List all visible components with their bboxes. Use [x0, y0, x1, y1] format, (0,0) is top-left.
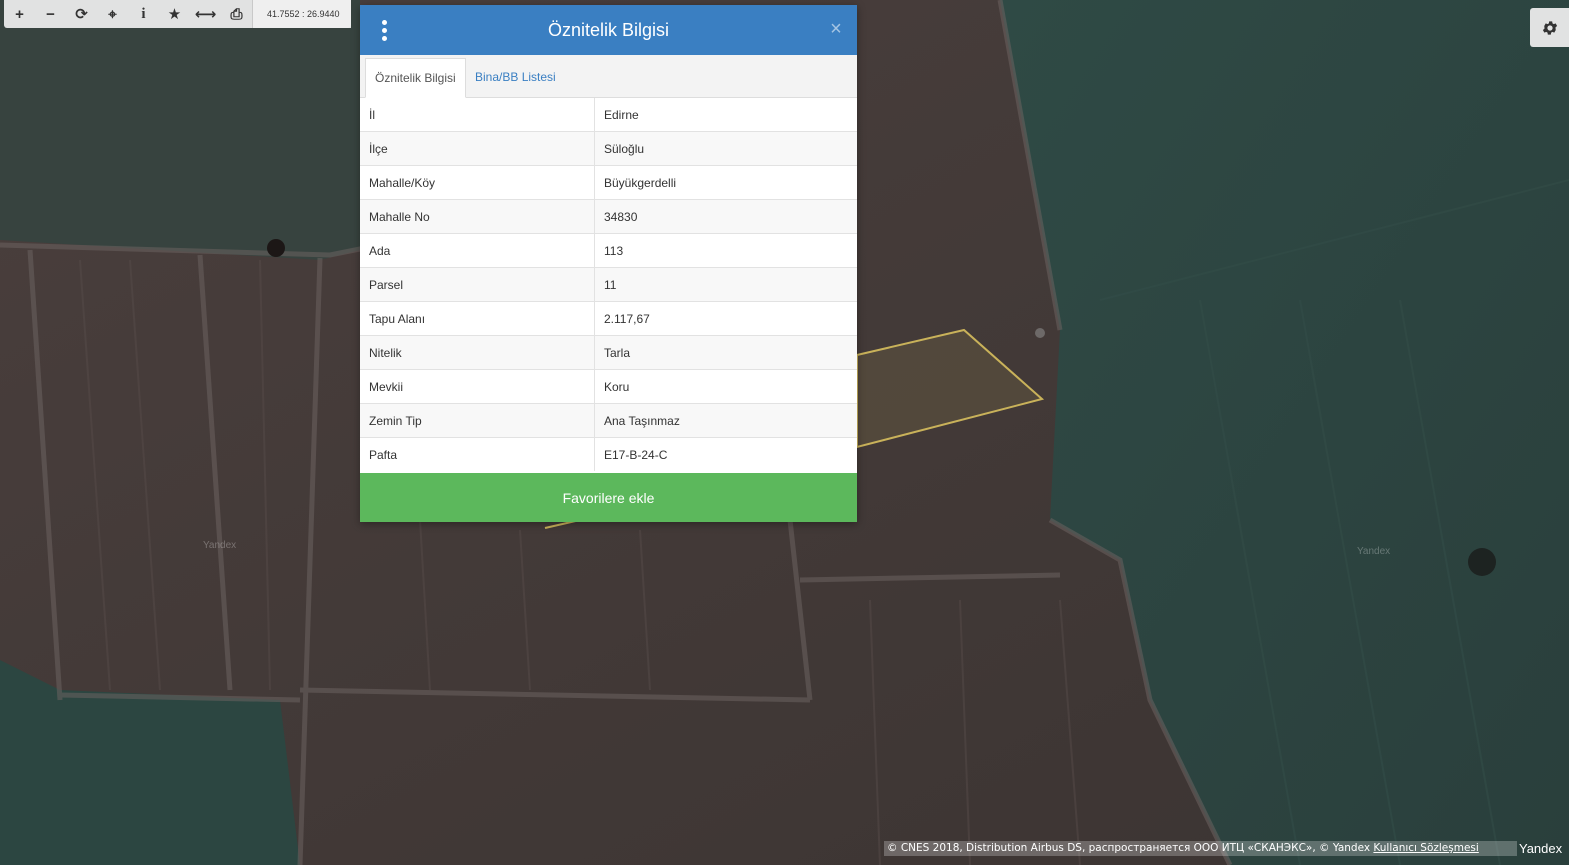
measure-icon[interactable]: ⟷ — [190, 0, 221, 28]
attribute-key: Mevkii — [360, 369, 595, 404]
table-row: İl Edirne — [360, 98, 857, 132]
attribute-value: Süloğlu — [594, 131, 857, 166]
attribute-value: 34830 — [594, 199, 857, 234]
attribute-value: Ana Taşınmaz — [594, 403, 857, 438]
gear-icon — [1542, 20, 1557, 35]
attribution-text: © CNES 2018, Distribution Airbus DS, рас… — [887, 842, 1374, 854]
map-toolbar: + − ⟳ ⌖ i ★ ⟷ ⎙ 41.7552 : 26.9440 — [4, 0, 351, 28]
table-row: Parsel 11 — [360, 267, 857, 302]
attribute-value: Tarla — [594, 335, 857, 370]
attribute-value: E17-B-24-C — [594, 437, 857, 471]
attribute-key: Mahalle No — [360, 199, 595, 234]
table-row: İlçe Süloğlu — [360, 131, 857, 166]
attribute-value: Büyükgerdelli — [594, 165, 857, 200]
table-row: Pafta E17-B-24-C — [360, 437, 857, 471]
attribute-key: Ada — [360, 233, 595, 268]
zoom-out-icon[interactable]: − — [35, 0, 66, 28]
refresh-icon[interactable]: ⟳ — [66, 0, 97, 28]
table-row: Nitelik Tarla — [360, 335, 857, 370]
attribute-key: Mahalle/Köy — [360, 165, 595, 200]
terms-link[interactable]: Kullanıcı Sözleşmesi — [1373, 842, 1478, 854]
close-icon[interactable]: × — [827, 19, 845, 39]
yandex-logo[interactable]: Yandex — [1519, 841, 1562, 857]
attribute-value: Edirne — [604, 107, 639, 122]
table-row: Mevkii Koru — [360, 369, 857, 404]
attribute-value: 11 — [594, 267, 857, 302]
coordinate-readout: 41.7552 : 26.9440 — [252, 0, 351, 28]
attribute-key: Tapu Alanı — [360, 301, 595, 336]
attribute-value: 113 — [594, 233, 857, 268]
table-row: Tapu Alanı 2.117,67 — [360, 301, 857, 336]
attribute-info-dialog: Öznitelik Bilgisi × Öznitelik Bilgisi Bi… — [360, 5, 857, 522]
table-row: Mahalle/Köy Büyükgerdelli — [360, 165, 857, 200]
attribute-key: Zemin Tip — [360, 403, 595, 438]
dialog-tabs: Öznitelik Bilgisi Bina/BB Listesi — [360, 55, 857, 98]
attribute-table: İl Edirne İlçe Süloğlu Mahalle/Köy Büyükgerde… — [360, 98, 857, 471]
settings-button[interactable] — [1530, 8, 1569, 47]
attribute-key: Nitelik — [360, 335, 595, 370]
map-watermark: Yandex — [1357, 546, 1391, 557]
table-row: Ada 113 — [360, 233, 857, 268]
info-icon[interactable]: i — [128, 0, 159, 28]
table-row: Zemin Tip Ana Taşınmaz — [360, 403, 857, 438]
map-watermark: Yandex — [203, 540, 237, 551]
table-row: Mahalle No 34830 — [360, 199, 857, 234]
dialog-header: Öznitelik Bilgisi × — [360, 5, 857, 55]
tab-attribute-info[interactable]: Öznitelik Bilgisi — [365, 58, 466, 98]
add-to-favorites-button[interactable]: Favorilere ekle — [360, 473, 857, 522]
attribute-key: İl — [360, 98, 595, 132]
attribute-key: Pafta — [360, 437, 595, 471]
kebab-menu-icon[interactable] — [374, 18, 394, 42]
zoom-in-icon[interactable]: + — [4, 0, 35, 28]
map-attribution: © CNES 2018, Distribution Airbus DS, рас… — [884, 841, 1517, 856]
attribute-value: Koru — [594, 369, 857, 404]
attribute-key: İlçe — [360, 131, 595, 166]
attribute-key: Parsel — [360, 267, 595, 302]
tab-building-list[interactable]: Bina/BB Listesi — [466, 58, 565, 96]
star-icon[interactable]: ★ — [159, 0, 190, 28]
locate-icon[interactable]: ⌖ — [97, 0, 128, 28]
dialog-title: Öznitelik Bilgisi — [547, 19, 670, 40]
attribute-value: 2.117,67 — [594, 301, 857, 336]
print-icon[interactable]: ⎙ — [221, 0, 252, 28]
